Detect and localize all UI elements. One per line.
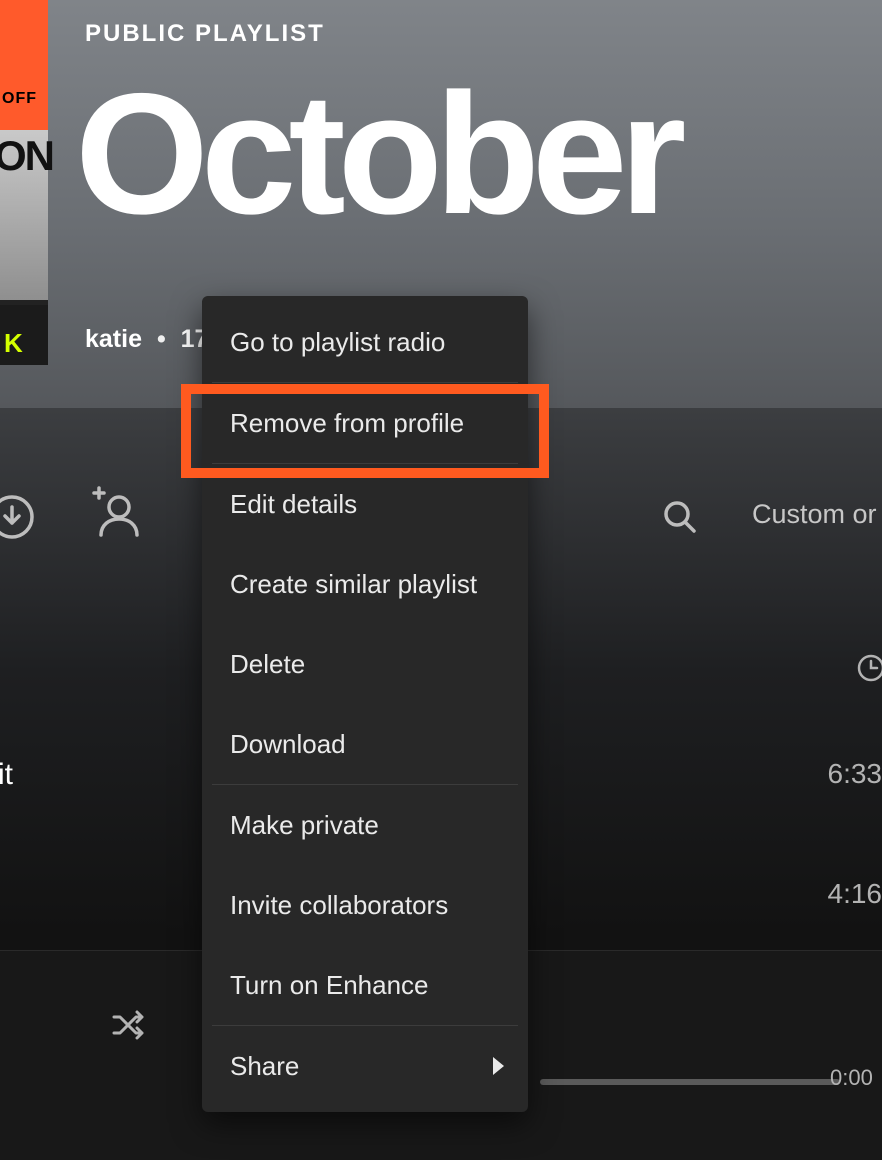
add-user-icon — [85, 485, 143, 543]
track-duration: 6:33 — [828, 758, 882, 790]
invite-collaborators-button[interactable] — [85, 485, 143, 543]
menu-remove-from-profile[interactable]: Remove from profile — [202, 383, 528, 463]
download-button[interactable] — [0, 493, 36, 541]
menu-delete[interactable]: Delete — [202, 624, 528, 704]
menu-turn-on-enhance[interactable]: Turn on Enhance — [202, 945, 528, 1025]
shuffle-icon — [110, 1005, 150, 1045]
menu-invite-collaborators[interactable]: Invite collaborators — [202, 865, 528, 945]
art-text-k: K — [4, 328, 23, 359]
playlist-cover-art: OFF ON K — [0, 0, 48, 365]
art-panel-top — [0, 0, 48, 130]
sort-order-dropdown[interactable]: Custom or — [752, 499, 877, 530]
download-icon — [0, 493, 36, 541]
playlist-title[interactable]: October — [75, 55, 678, 253]
playlist-context-menu: Go to playlist radio Remove from profile… — [202, 296, 528, 1112]
duration-column-header — [856, 653, 882, 683]
art-text-off: OFF — [2, 90, 37, 108]
playlist-type-label: PUBLIC PLAYLIST — [85, 20, 325, 48]
menu-make-private[interactable]: Make private — [202, 785, 528, 865]
search-in-playlist-button[interactable] — [662, 499, 698, 535]
search-icon — [662, 499, 698, 535]
menu-download[interactable]: Download — [202, 704, 528, 784]
shuffle-button[interactable] — [110, 1005, 150, 1045]
chevron-right-icon — [493, 1057, 504, 1075]
playback-elapsed-time: 0:00 — [830, 1065, 873, 1091]
menu-share[interactable]: Share — [202, 1026, 528, 1106]
meta-separator: • — [157, 325, 166, 353]
menu-edit-details[interactable]: Edit details — [202, 464, 528, 544]
menu-share-label: Share — [230, 1051, 299, 1082]
playlist-owner-link[interactable]: katie — [85, 325, 142, 353]
playback-progress-bar[interactable] — [540, 1079, 840, 1085]
menu-create-similar-playlist[interactable]: Create similar playlist — [202, 544, 528, 624]
playlist-meta: katie • 17 — [85, 325, 208, 354]
clock-icon — [856, 653, 882, 683]
art-text-on: ON — [0, 132, 53, 180]
menu-go-to-playlist-radio[interactable]: Go to playlist radio — [202, 302, 528, 382]
track-title: it — [0, 758, 13, 792]
track-duration: 4:16 — [828, 878, 882, 910]
